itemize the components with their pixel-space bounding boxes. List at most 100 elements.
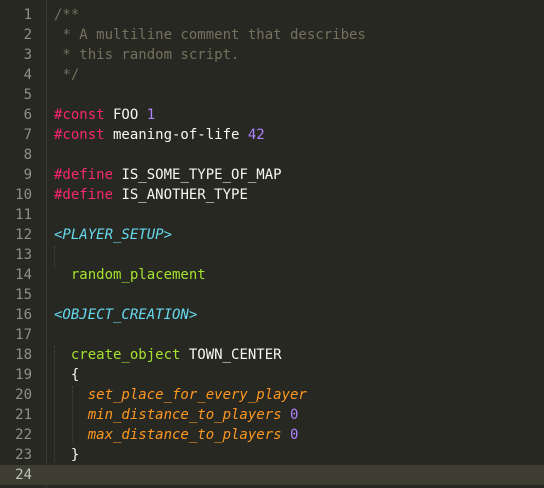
line-code[interactable]: #const FOO 1	[54, 105, 155, 125]
code-line[interactable]: 18 create_object TOWN_CENTER	[0, 345, 544, 365]
code-line[interactable]: 11	[0, 205, 544, 225]
line-code[interactable]: #define IS_SOME_TYPE_OF_MAP	[54, 165, 282, 185]
code-line[interactable]: 12 <PLAYER_SETUP>	[0, 225, 544, 245]
code-editor[interactable]: 1 /** 2 * A multiline comment that describ…	[0, 0, 544, 488]
identifier	[54, 267, 71, 283]
section-header: <PLAYER_SETUP>	[54, 227, 173, 243]
number-literal: 0	[290, 427, 299, 443]
code-line[interactable]: 4 */	[0, 65, 544, 85]
code-line[interactable]: 1 /**	[0, 5, 544, 25]
number-literal: 0	[290, 407, 299, 423]
line-number: 15	[15, 287, 32, 303]
identifier	[282, 427, 290, 443]
code-line[interactable]: 8	[0, 145, 544, 165]
identifier	[54, 427, 88, 443]
line-number: 14	[15, 267, 32, 283]
attribute-name: max_distance_to_players	[87, 427, 282, 443]
line-code[interactable]: {	[54, 365, 79, 385]
number-literal: 1	[146, 107, 156, 123]
line-number: 7	[23, 127, 32, 143]
number-literal: 42	[247, 127, 265, 143]
comment-text: */	[54, 67, 80, 83]
directive-keyword: #define	[54, 167, 114, 183]
indent-guide	[72, 386, 73, 442]
code-line[interactable]: 7 #const meaning-of-life 42	[0, 125, 544, 145]
code-line[interactable]: 19 {	[0, 365, 544, 385]
code-line[interactable]: 2 * A multiline comment that describes	[0, 25, 544, 45]
current-code-line[interactable]: 24	[0, 465, 544, 485]
code-line[interactable]: 21 min_distance_to_players 0	[0, 405, 544, 425]
line-number: 16	[15, 307, 32, 323]
line-code[interactable]: random_placement	[54, 265, 206, 285]
line-number: 9	[23, 167, 32, 183]
identifier: meaning-of-life	[104, 127, 248, 143]
line-code[interactable]: set_place_for_every_player	[54, 385, 307, 405]
command-name: random_placement	[70, 267, 206, 283]
identifier	[54, 407, 88, 423]
indent-guide	[54, 346, 55, 462]
line-number: 6	[23, 107, 32, 123]
line-number: 8	[23, 147, 32, 163]
line-code[interactable]: }	[54, 445, 79, 465]
code-line[interactable]: 6 #const FOO 1	[0, 105, 544, 125]
section-header: <OBJECT_CREATION>	[54, 307, 198, 323]
line-number: 3	[23, 47, 32, 63]
line-number: 13	[15, 247, 32, 263]
code-line[interactable]: 23 }	[0, 445, 544, 465]
directive-keyword: #define	[54, 187, 114, 203]
line-code[interactable]: #define IS_ANOTHER_TYPE	[54, 185, 248, 205]
command-name: create_object	[70, 347, 181, 363]
line-number: 4	[23, 67, 32, 83]
identifier: FOO	[104, 107, 147, 123]
line-number: 19	[15, 367, 32, 383]
indent-guide	[54, 246, 55, 268]
attribute-name: min_distance_to_players	[87, 407, 282, 423]
line-number: 11	[15, 207, 32, 223]
line-code[interactable]: max_distance_to_players 0	[54, 425, 299, 445]
identifier	[54, 347, 71, 363]
code-line[interactable]: 3 * this random script.	[0, 45, 544, 65]
code-line[interactable]: 13	[0, 245, 544, 265]
identifier	[282, 407, 290, 423]
line-code[interactable]: /**	[54, 5, 79, 25]
line-number: 24	[15, 467, 32, 483]
comment-text: * this random script.	[54, 47, 240, 63]
code-line[interactable]: 20 set_place_for_every_player	[0, 385, 544, 405]
identifier	[54, 387, 88, 403]
line-code[interactable]: * this random script.	[54, 45, 239, 65]
comment-text: * A multiline comment that describes	[54, 27, 366, 43]
code-line[interactable]: 10 #define IS_ANOTHER_TYPE	[0, 185, 544, 205]
comment-text: /**	[54, 7, 80, 23]
line-number: 5	[23, 87, 32, 103]
line-number: 10	[15, 187, 32, 203]
directive-keyword: #const	[54, 127, 105, 143]
line-number: 23	[15, 447, 32, 463]
identifier: }	[54, 447, 80, 463]
code-line[interactable]: 14 random_placement	[0, 265, 544, 285]
line-number: 20	[15, 387, 32, 403]
line-code[interactable]: min_distance_to_players 0	[54, 405, 299, 425]
line-code[interactable]: <PLAYER_SETUP>	[54, 225, 172, 245]
line-number: 21	[15, 407, 32, 423]
directive-keyword: #const	[54, 107, 105, 123]
line-number: 2	[23, 27, 32, 43]
code-line[interactable]: 17	[0, 325, 544, 345]
line-code[interactable]: */	[54, 65, 79, 85]
line-number: 1	[23, 7, 32, 23]
identifier: {	[54, 367, 80, 383]
line-code[interactable]: #const meaning-of-life 42	[54, 125, 265, 145]
code-line[interactable]: 15	[0, 285, 544, 305]
line-code[interactable]: create_object TOWN_CENTER	[54, 345, 282, 365]
line-number: 17	[15, 327, 32, 343]
code-line[interactable]: 9 #define IS_SOME_TYPE_OF_MAP	[0, 165, 544, 185]
line-number: 12	[15, 227, 32, 243]
code-line[interactable]: 16 <OBJECT_CREATION>	[0, 305, 544, 325]
identifier: TOWN_CENTER	[180, 347, 282, 363]
code-line[interactable]: 22 max_distance_to_players 0	[0, 425, 544, 445]
code-line[interactable]: 5	[0, 85, 544, 105]
line-code[interactable]: <OBJECT_CREATION>	[54, 305, 197, 325]
line-number: 18	[15, 347, 32, 363]
line-number: 22	[15, 427, 32, 443]
line-code[interactable]: * A multiline comment that describes	[54, 25, 366, 45]
identifier: IS_ANOTHER_TYPE	[113, 187, 248, 203]
